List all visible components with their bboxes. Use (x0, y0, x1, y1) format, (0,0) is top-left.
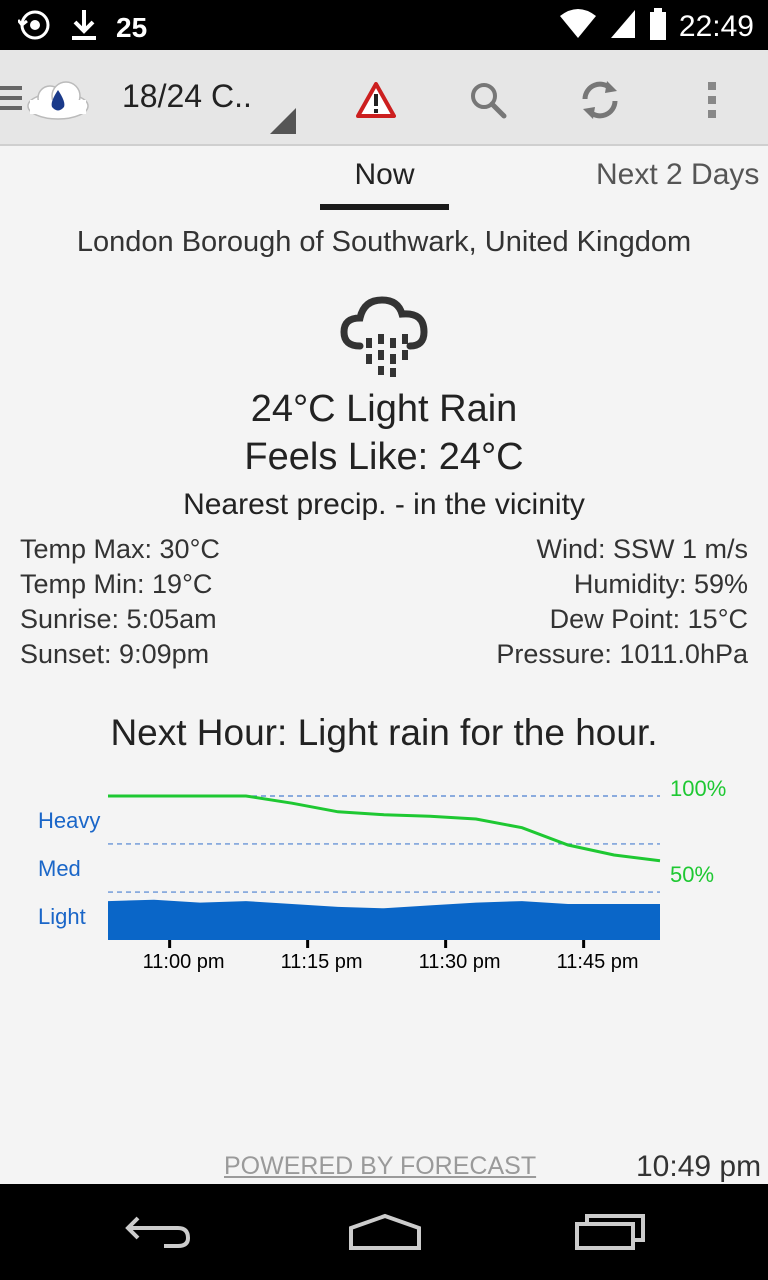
tab-bar: Now Next 2 Days (0, 148, 768, 214)
wind: Wind: SSW 1 m/s (536, 534, 748, 564)
battery-icon (649, 8, 667, 45)
home-icon[interactable] (340, 1202, 430, 1262)
temp-max: Temp Max: 30°C (20, 534, 220, 564)
recent-apps-icon[interactable] (566, 1202, 656, 1262)
search-icon[interactable] (464, 76, 512, 124)
intensity-area (108, 899, 660, 940)
probability-line (108, 794, 661, 863)
status-bar: 25 22:49 (0, 0, 768, 50)
current-condition: 24°C Light Rain (250, 388, 518, 430)
signal-icon (609, 8, 637, 45)
next-hour-summary: Next Hour: Light rain for the hour. (110, 712, 658, 753)
feels-like: Feels Like: 24°C (244, 436, 524, 478)
next-hour-chart: Heavy Med Light 100% 50% 11:00 pm 11:15 pm 11:3… (38, 776, 726, 973)
x-tick-label-3: 11:45 pm (557, 951, 639, 973)
sunrise: Sunrise: 5:05am (20, 604, 217, 634)
label-100-percent: 100% (670, 776, 726, 801)
level-label-light: Light (38, 904, 86, 929)
status-time: 22:49 (678, 9, 754, 43)
tab-now[interactable]: Now (320, 158, 449, 192)
status-right: 22:49 (559, 8, 754, 45)
back-icon[interactable] (114, 1202, 204, 1262)
level-label-heavy: Heavy (38, 808, 100, 833)
location-name: London Borough of Southwark, United King… (76, 226, 692, 258)
notification-count: 25 (116, 11, 148, 43)
refresh-icon[interactable] (576, 76, 624, 124)
pressure: Pressure: 1011.0hPa (496, 639, 748, 669)
tab-next-2-days[interactable]: Next 2 Days (596, 158, 759, 192)
status-left: 25 (16, 8, 148, 47)
tab-indicator (320, 204, 449, 210)
overflow-menu-icon[interactable] (688, 76, 736, 124)
x-tick-label-0: 11:00 pm (143, 951, 225, 973)
level-label-med: Med (38, 856, 81, 881)
download-icon (70, 8, 98, 47)
x-tick-label-2: 11:30 pm (419, 951, 501, 973)
warning-icon[interactable] (352, 76, 400, 124)
temp-min: Temp Min: 19°C (20, 569, 213, 599)
stats-right: Wind: SSW 1 m/s Humidity: 59% Dew Point:… (496, 532, 748, 672)
action-bar: 18/24 C.. (0, 50, 768, 146)
nav-bar (0, 1184, 768, 1280)
nearest-precip: Nearest precip. - in the vicinity (183, 488, 585, 521)
label-50-percent: 50% (670, 862, 714, 887)
footer-time: 10:49 pm (636, 1150, 762, 1183)
humidity: Humidity: 59% (573, 569, 748, 599)
stats-left: Temp Max: 30°C Temp Min: 19°C Sunrise: 5… (20, 532, 220, 672)
cloud-drop-logo-icon[interactable] (26, 80, 90, 120)
powered-by-link[interactable]: POWERED BY FORECAST (224, 1152, 536, 1181)
wifi-icon (559, 8, 597, 45)
sync-icon (16, 8, 52, 47)
dew-point: Dew Point: 15°C (549, 604, 748, 634)
menu-icon[interactable] (0, 86, 22, 116)
dropdown-triangle-icon[interactable] (270, 108, 296, 139)
sunset: Sunset: 9:09pm (20, 639, 210, 669)
location-title[interactable]: 18/24 C.. (122, 78, 252, 115)
x-tick-label-1: 11:15 pm (281, 951, 363, 973)
rain-cloud-icon (340, 290, 428, 383)
